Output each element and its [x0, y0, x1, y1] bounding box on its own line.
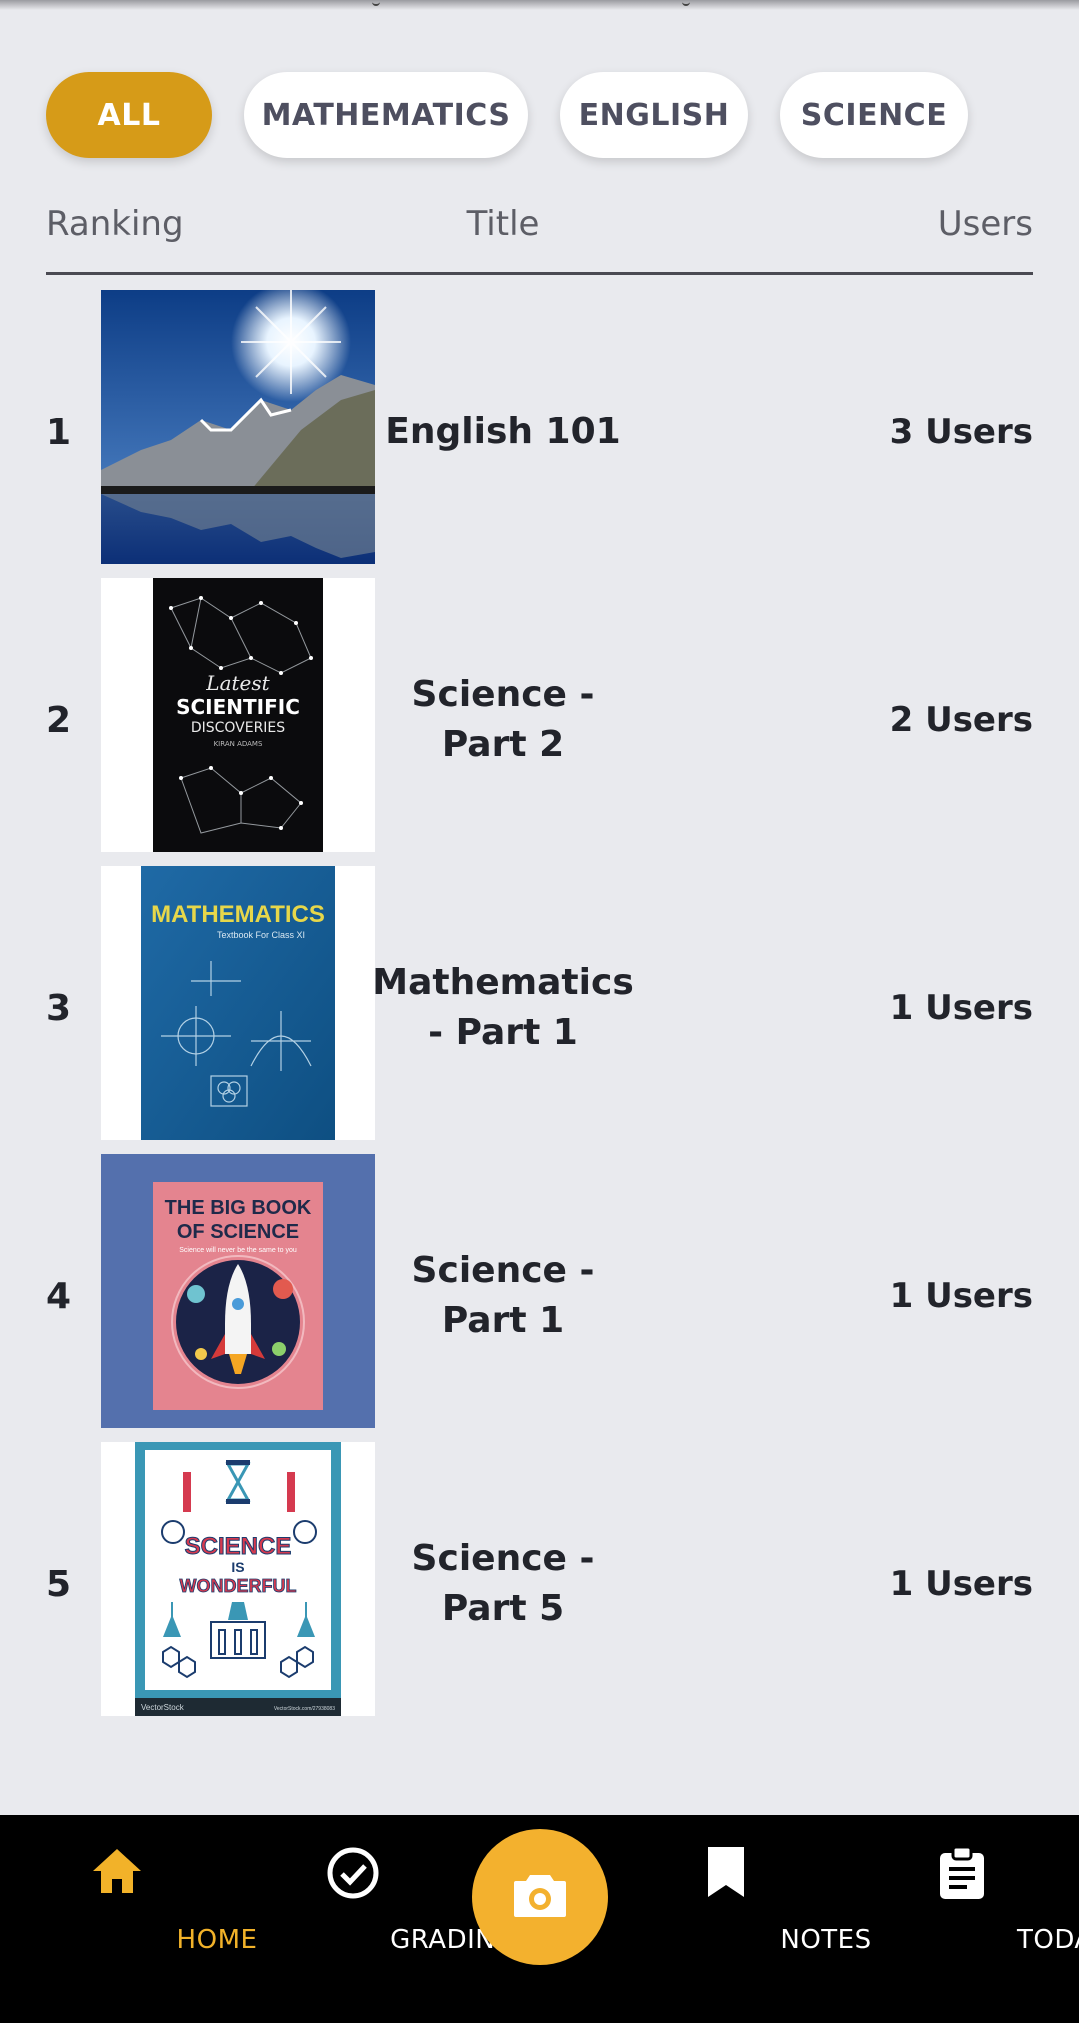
- filter-chip-science[interactable]: SCIENCE: [780, 72, 968, 158]
- row-rank: 5: [46, 1563, 72, 1605]
- svg-text:Textbook For Class XI: Textbook For Class XI: [217, 930, 305, 940]
- svg-text:SCIENTIFIC: SCIENTIFIC: [176, 695, 300, 719]
- table-row[interactable]: 2 Latest SCIENTIFIC DISCOVERIES KIRAN AD…: [46, 576, 1033, 864]
- book-cover-image: [101, 290, 375, 564]
- row-users: 2 Users: [889, 700, 1033, 740]
- svg-text:DISCOVERIES: DISCOVERIES: [191, 720, 285, 736]
- book-cover-image: Latest SCIENTIFIC DISCOVERIES KIRAN ADAM…: [101, 578, 375, 852]
- category-filter-bar: ALL MATHEMATICS ENGLISH SCIENCE: [46, 72, 968, 158]
- camera-button[interactable]: [472, 1829, 608, 1965]
- check-circle-icon: [325, 1845, 381, 1905]
- svg-text:Latest: Latest: [205, 671, 270, 695]
- header-title: Title: [466, 204, 540, 244]
- row-users: 1 Users: [889, 988, 1033, 1028]
- row-rank: 3: [46, 987, 72, 1029]
- nav-notes[interactable]: NOTES: [626, 1815, 871, 2023]
- filter-chip-mathematics[interactable]: MATHEMATICS: [244, 72, 528, 158]
- row-rank: 2: [46, 699, 72, 741]
- row-users: 1 Users: [889, 1564, 1033, 1604]
- row-title: English 101: [385, 411, 621, 452]
- table-row[interactable]: 4 THE BIG BOOK OF SCIENCE Science will n…: [46, 1152, 1033, 1440]
- nav-grading[interactable]: GRADING: [253, 1815, 515, 2023]
- row-rank: 4: [46, 1275, 72, 1317]
- row-title: Science - Part 2: [411, 674, 595, 765]
- table-row[interactable]: 5 VectorStock VectorStock.com/27938083 S…: [46, 1440, 1033, 1728]
- svg-text:KIRAN ADAMS: KIRAN ADAMS: [214, 740, 263, 748]
- home-icon: [89, 1845, 145, 1901]
- svg-text:THE BIG BOOK: THE BIG BOOK: [165, 1197, 312, 1219]
- nav-home[interactable]: HOME: [17, 1815, 257, 2023]
- header-users: Users: [937, 204, 1033, 244]
- row-users: 1 Users: [889, 1276, 1033, 1316]
- svg-text:IS: IS: [231, 1559, 244, 1575]
- svg-text:SCIENCE: SCIENCE: [185, 1533, 292, 1560]
- svg-text:MATHEMATICS: MATHEMATICS: [151, 901, 325, 928]
- svg-text:VectorStock: VectorStock: [141, 1703, 185, 1712]
- header-ranking: Ranking: [46, 204, 184, 244]
- filter-chip-english[interactable]: ENGLISH: [560, 72, 748, 158]
- camera-icon: [512, 1871, 568, 1923]
- nav-today[interactable]: TODAY: [862, 1815, 1079, 2023]
- svg-text:VectorStock.com/27938083: VectorStock.com/27938083: [274, 1706, 335, 1712]
- svg-text:WONDERFUL: WONDERFUL: [180, 1576, 297, 1596]
- filter-chip-all[interactable]: ALL: [46, 72, 212, 158]
- row-title: Science - Part 1: [411, 1250, 595, 1341]
- table-row[interactable]: 3 MATHEMATICS Textbook For Class XI Math…: [46, 864, 1033, 1152]
- book-cover-image: THE BIG BOOK OF SCIENCE Science will nev…: [101, 1154, 375, 1428]
- bookmark-icon: [704, 1845, 748, 1905]
- row-rank: 1: [46, 411, 72, 453]
- svg-text:OF SCIENCE: OF SCIENCE: [177, 1221, 299, 1243]
- svg-text:Science will never be the same: Science will never be the same to you: [179, 1247, 297, 1254]
- clipboard-icon: [937, 1845, 987, 1905]
- row-title: Mathematics - Part 1: [372, 962, 634, 1053]
- book-cover-image: MATHEMATICS Textbook For Class XI: [101, 866, 375, 1140]
- table-row[interactable]: 1 English 101 3 Users: [46, 288, 1033, 576]
- row-title: Science - Part 5: [411, 1538, 595, 1629]
- table-header: Ranking Title Users: [46, 200, 1033, 275]
- book-cover-image: VectorStock VectorStock.com/27938083 SCI…: [101, 1442, 375, 1716]
- top-edge-marks: [0, 0, 1079, 6]
- row-users: 3 Users: [889, 412, 1033, 452]
- nav-today-label: TODAY: [1016, 1925, 1079, 1955]
